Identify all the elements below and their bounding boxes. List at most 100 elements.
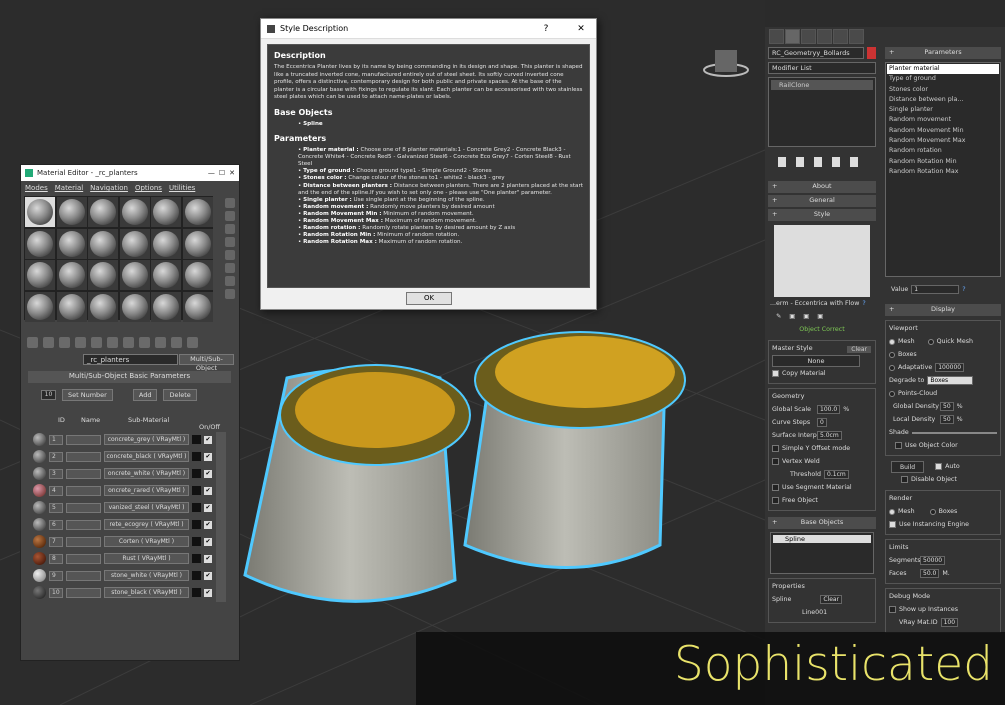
motion-tab-icon[interactable]: [817, 29, 832, 44]
spline-clear-button[interactable]: Clear: [820, 595, 843, 604]
color-swatch[interactable]: [192, 554, 201, 563]
use-segment-material-checkbox[interactable]: [772, 484, 779, 491]
get-material-icon[interactable]: [27, 337, 38, 348]
select-by-material-icon[interactable]: [225, 289, 235, 299]
display-rollout[interactable]: Display: [885, 304, 1001, 316]
name-field[interactable]: [66, 587, 101, 598]
list-item[interactable]: Distance between pla...: [887, 95, 999, 105]
sample-slot[interactable]: [88, 228, 118, 259]
remove-modifier-icon[interactable]: [832, 157, 840, 167]
name-field[interactable]: [66, 536, 101, 547]
adaptative-field[interactable]: 100000: [935, 363, 965, 372]
quick-mesh-radio[interactable]: [927, 338, 934, 345]
general-rollout[interactable]: General: [768, 195, 876, 207]
close-button[interactable]: ✕: [566, 24, 596, 34]
mesh-radio[interactable]: [889, 338, 895, 345]
name-field[interactable]: [66, 570, 101, 581]
auto-checkbox[interactable]: [935, 463, 943, 470]
style-thumbnail[interactable]: [774, 225, 870, 297]
put-to-scene-icon[interactable]: [43, 337, 54, 348]
rollout-header[interactable]: Multi/Sub-Object Basic Parameters: [28, 371, 231, 383]
count-field[interactable]: 10: [41, 390, 56, 400]
sample-slot[interactable]: [56, 197, 87, 227]
on-off-checkbox[interactable]: ✔: [204, 554, 212, 563]
sample-slot[interactable]: [88, 260, 118, 290]
copy-material-checkbox[interactable]: [772, 370, 779, 377]
utilities-tab-icon[interactable]: [849, 29, 864, 44]
boxes-radio[interactable]: [889, 351, 895, 358]
name-field[interactable]: [66, 553, 101, 564]
color-swatch[interactable]: [192, 571, 201, 580]
global-density-field[interactable]: 50: [940, 402, 954, 411]
hierarchy-tab-icon[interactable]: [801, 29, 816, 44]
render-boxes-radio[interactable]: [929, 508, 936, 515]
color-swatch[interactable]: [192, 435, 201, 444]
sample-slot[interactable]: [151, 197, 181, 227]
sample-slot[interactable]: [182, 260, 213, 290]
list-item[interactable]: Random movement: [887, 115, 999, 125]
vray-mat-id-field[interactable]: 100: [940, 618, 959, 627]
menu-modes[interactable]: Modes: [25, 184, 48, 192]
options-icon[interactable]: [225, 276, 235, 286]
put-to-library-icon[interactable]: [107, 337, 118, 348]
background-icon[interactable]: [225, 224, 235, 234]
points-cloud-radio[interactable]: [889, 390, 895, 397]
description-textbox[interactable]: Description The Eccentrica Planter lives…: [267, 44, 590, 288]
sample-slot[interactable]: [119, 228, 150, 259]
stack-item-railclone[interactable]: RailClone: [771, 80, 873, 90]
vertex-weld-checkbox[interactable]: [772, 458, 779, 465]
segments-field[interactable]: 50000: [920, 556, 946, 565]
name-field[interactable]: [66, 502, 101, 513]
add-button[interactable]: Add: [132, 389, 158, 401]
sample-slot[interactable]: [151, 260, 181, 290]
menu-navigation[interactable]: Navigation: [90, 184, 128, 192]
surface-interp-field[interactable]: 5.0cm: [817, 431, 842, 440]
sample-slot[interactable]: [182, 291, 213, 322]
sample-slot[interactable]: [25, 260, 55, 290]
on-off-checkbox[interactable]: ✔: [204, 571, 212, 580]
menu-options[interactable]: Options: [135, 184, 162, 192]
help-icon[interactable]: ?: [962, 283, 965, 296]
sample-slot[interactable]: [119, 260, 150, 290]
object-color-swatch[interactable]: [867, 47, 876, 59]
name-field[interactable]: [66, 468, 101, 479]
set-number-button[interactable]: Set Number: [62, 389, 113, 401]
on-off-checkbox[interactable]: ✔: [204, 469, 212, 478]
show-up-instances-checkbox[interactable]: [889, 606, 896, 613]
sample-slot[interactable]: [119, 291, 150, 322]
material-name-field[interactable]: _rc_planters: [83, 354, 178, 365]
list-item[interactable]: Planter material: [887, 64, 999, 75]
list-item[interactable]: Random Rotation Max: [887, 167, 999, 177]
render-mesh-radio[interactable]: [889, 508, 895, 515]
modify-tab-icon[interactable]: [785, 29, 800, 44]
sample-slot[interactable]: [25, 291, 55, 322]
name-field[interactable]: [66, 434, 101, 445]
sample-slot[interactable]: [88, 197, 118, 227]
on-off-checkbox[interactable]: ✔: [204, 435, 212, 444]
delete-style-icon[interactable]: ▣: [817, 310, 823, 323]
sample-type-icon[interactable]: [225, 198, 235, 208]
list-item[interactable]: Single planter: [887, 105, 999, 115]
color-swatch[interactable]: [192, 503, 201, 512]
master-clear-button[interactable]: Clear: [847, 346, 871, 353]
delete-button[interactable]: Delete: [163, 389, 197, 401]
menu-utilities[interactable]: Utilities: [169, 184, 195, 192]
list-item[interactable]: Stones color: [887, 85, 999, 95]
list-scrollbar[interactable]: [216, 432, 226, 602]
adaptative-radio[interactable]: [889, 364, 895, 371]
minimize-icon[interactable]: —: [208, 169, 215, 177]
go-forward-icon[interactable]: [187, 337, 198, 348]
faces-field[interactable]: 50.0: [920, 569, 940, 578]
list-item[interactable]: Random Rotation Min: [887, 157, 999, 167]
edit-style-icon[interactable]: ✎: [776, 310, 781, 323]
disable-object-checkbox[interactable]: [901, 476, 908, 483]
degrade-dropdown[interactable]: Boxes: [927, 376, 974, 385]
master-style-none[interactable]: None: [772, 355, 860, 367]
sample-slot[interactable]: [88, 291, 118, 322]
parameters-rollout[interactable]: Parameters: [885, 47, 1001, 59]
shade-slider[interactable]: [911, 431, 997, 434]
material-type-button[interactable]: Multi/Sub-Object: [179, 354, 234, 372]
color-swatch[interactable]: [192, 486, 201, 495]
close-icon[interactable]: ✕: [229, 169, 235, 177]
curve-steps-field[interactable]: 0: [817, 418, 827, 427]
